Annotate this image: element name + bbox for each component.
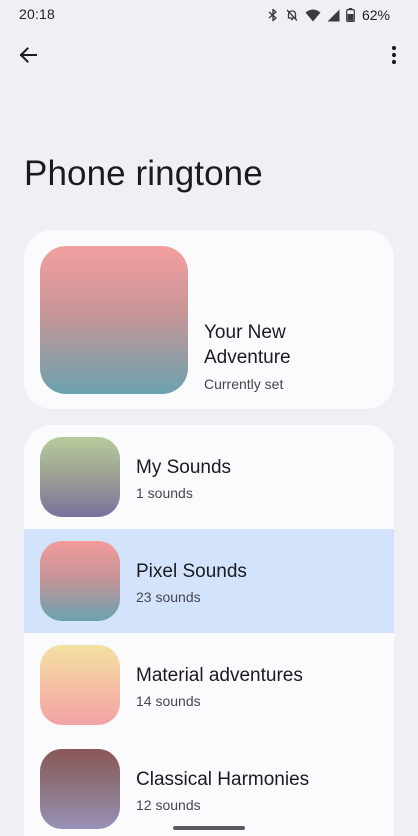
category-classical-harmonies[interactable]: Classical Harmonies 12 sounds — [24, 737, 394, 836]
category-count: 12 sounds — [136, 797, 201, 813]
battery-percent: 62% — [361, 7, 390, 23]
category-artwork — [40, 749, 120, 829]
notifications-off-icon — [285, 8, 299, 22]
page-title: Phone ringtone — [24, 154, 263, 193]
wifi-icon — [305, 9, 321, 22]
category-title: Classical Harmonies — [136, 769, 310, 790]
bluetooth-icon — [267, 8, 279, 22]
category-material-adventures[interactable]: Material adventures 14 sounds — [24, 633, 394, 737]
gesture-navigation-handle[interactable] — [173, 826, 245, 830]
signal-icon — [327, 9, 340, 22]
current-ringtone-artwork — [40, 246, 188, 394]
battery-icon — [346, 8, 355, 22]
category-title: Material adventures — [136, 665, 303, 686]
more-options-button[interactable] — [378, 41, 410, 73]
category-my-sounds[interactable]: My Sounds 1 sounds — [24, 425, 394, 529]
status-icons: 62% — [267, 7, 390, 23]
current-ringtone-card[interactable]: Your New Adventure Currently set — [24, 230, 394, 409]
current-ringtone-name: Your New Adventure — [204, 322, 291, 368]
category-artwork — [40, 437, 120, 517]
more-vert-icon — [391, 45, 397, 70]
category-pixel-sounds[interactable]: Pixel Sounds 23 sounds — [24, 529, 394, 633]
current-ringtone-status: Currently set — [204, 376, 284, 392]
status-time: 20:18 — [19, 6, 56, 22]
screen: 20:18 62% Phone ringtone Your New Advent… — [0, 0, 418, 836]
category-artwork — [40, 645, 120, 725]
category-count: 14 sounds — [136, 693, 201, 709]
category-artwork — [40, 541, 120, 621]
category-count: 1 sounds — [136, 485, 193, 501]
sound-category-list: My Sounds 1 sounds Pixel Sounds 23 sound… — [24, 425, 394, 836]
category-title: Pixel Sounds — [136, 561, 247, 582]
status-bar: 20:18 62% — [0, 0, 418, 30]
arrow-back-icon — [18, 45, 38, 70]
category-count: 23 sounds — [136, 589, 201, 605]
category-title: My Sounds — [136, 457, 232, 478]
back-button[interactable] — [12, 41, 44, 73]
